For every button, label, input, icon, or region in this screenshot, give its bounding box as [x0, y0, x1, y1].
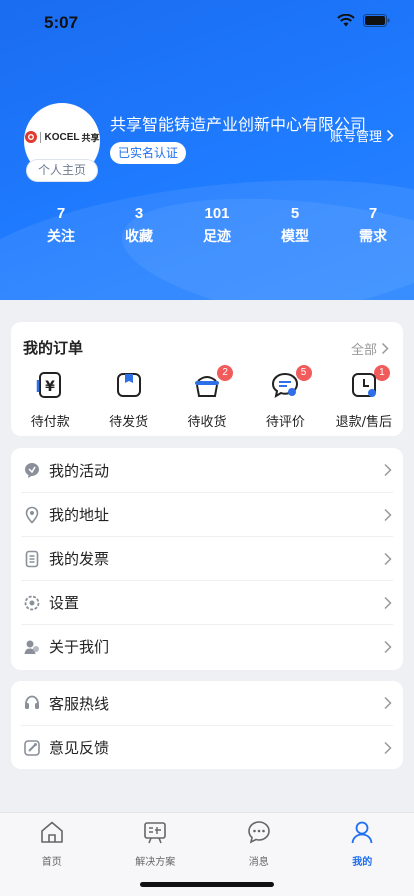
home-icon: [40, 821, 63, 843]
chevron-right-icon: [384, 696, 392, 710]
order-status-label: 待评价: [265, 415, 305, 430]
menu-item-activities[interactable]: 我的活动: [21, 448, 393, 492]
order-status-list: ¥ 待付款 待发货 2 待收货 5 待评价 1 退款/售后: [11, 365, 403, 430]
menu-item-label: 意见反馈: [49, 739, 110, 757]
stat-value: 101: [204, 205, 230, 222]
chevron-right-icon: [384, 741, 392, 754]
account-management-label: 账号管理: [329, 130, 382, 145]
chevron-right-icon: [384, 640, 392, 653]
orders-card: 我的订单 全部 ¥ 待付款 待发货 2 待收货 5 待评价 1 退款/售后: [11, 322, 403, 436]
chevron-right-icon: [384, 552, 392, 565]
orders-all-link[interactable]: 全部: [351, 339, 389, 358]
menu-item-label: 我的地址: [49, 506, 110, 524]
tab-messages[interactable]: 消息: [207, 813, 311, 868]
company-name: 共享智能铸造产业创新中心有限公司: [110, 115, 367, 134]
activity-icon: [23, 461, 41, 479]
orders-title: 我的订单: [23, 339, 84, 357]
feedback-icon: [23, 739, 41, 757]
main-menu-card: 我的活动 我的地址 我的发票 设置 关于我们: [11, 448, 403, 670]
message-icon: [247, 821, 270, 844]
chevron-right-icon: [384, 463, 392, 477]
stat-favorites[interactable]: 3 收藏: [100, 205, 178, 246]
stat-footprint[interactable]: 101 足迹: [178, 205, 256, 246]
status-time: 5:07: [44, 13, 79, 32]
menu-item-label: 我的活动: [49, 461, 110, 480]
service-menu-card: 客服热线 意见反馈: [11, 681, 403, 769]
order-refund-aftersale[interactable]: 1 退款/售后: [325, 365, 403, 430]
stats-row: 7 关注 3 收藏 101 足迹 5 模型 7 需求: [0, 205, 414, 246]
profile-header: 5:07 KOCEL 共享 个人主页 共享智能铸造产业创新中心有限公司 已实名认…: [0, 0, 414, 300]
order-status-label: 待发货: [109, 415, 149, 430]
home-indicator: [140, 882, 274, 887]
status-bar: 5:07: [0, 0, 414, 46]
menu-item-invoices[interactable]: 我的发票: [21, 536, 393, 580]
orders-all-label: 全部: [350, 343, 377, 358]
chevron-right-icon: [384, 508, 392, 521]
order-pending-receipt[interactable]: 2 待收货: [168, 365, 246, 430]
order-status-label: 退款/售后: [335, 415, 392, 430]
tab-label: 消息: [248, 857, 269, 868]
chevron-right-icon: [381, 342, 389, 355]
stat-value: 3: [134, 205, 144, 222]
headset-icon: [23, 694, 41, 712]
menu-item-address[interactable]: 我的地址: [21, 492, 393, 536]
order-pending-shipment[interactable]: 待发货: [89, 370, 167, 430]
menu-item-label: 设置: [49, 594, 80, 612]
stat-follow[interactable]: 7 关注: [22, 205, 100, 246]
personal-home-button[interactable]: 个人主页: [26, 159, 98, 182]
invoice-icon: [23, 550, 41, 568]
about-icon: [23, 638, 41, 656]
company-logo: KOCEL 共享: [24, 130, 100, 144]
basket-icon: [194, 376, 219, 397]
tab-label: 首页: [41, 857, 62, 868]
stat-label: 需求: [359, 229, 387, 245]
wifi-icon: [337, 14, 355, 27]
chevron-right-icon: [384, 596, 392, 609]
verified-badge: 已实名认证: [110, 142, 187, 164]
menu-item-feedback[interactable]: 意见反馈: [21, 725, 393, 769]
solution-board-icon: [144, 822, 167, 844]
kocel-logo-icon: [25, 131, 38, 143]
tab-label: 我的: [352, 857, 373, 868]
stat-label: 模型: [281, 229, 309, 245]
battery-icon: [363, 14, 390, 27]
order-status-label: 待付款: [30, 415, 70, 430]
status-icons: [337, 14, 390, 27]
order-pending-payment[interactable]: ¥ 待付款: [11, 370, 89, 430]
tab-bar: 首页 解决方案 消息 我的: [0, 812, 414, 896]
location-pin-icon: [23, 506, 41, 524]
svg-text:¥: ¥: [45, 379, 55, 395]
menu-item-about[interactable]: 关于我们: [21, 624, 393, 668]
stat-label: 关注: [47, 229, 75, 245]
stat-models[interactable]: 5 模型: [256, 205, 334, 246]
menu-item-label: 客服热线: [49, 694, 110, 713]
review-icon: [272, 372, 299, 399]
payment-icon: ¥: [36, 372, 62, 398]
order-status-label: 待收货: [187, 415, 227, 430]
stat-value: 7: [56, 205, 66, 222]
menu-item-label: 关于我们: [49, 638, 110, 656]
tab-label: 解决方案: [135, 857, 176, 868]
stat-demands[interactable]: 7 需求: [334, 205, 412, 246]
chevron-right-icon: [386, 129, 394, 142]
settings-gear-icon: [23, 594, 41, 612]
stat-value: 7: [368, 205, 378, 222]
tab-mine[interactable]: 我的: [311, 813, 414, 868]
shipping-box-icon: [116, 373, 141, 397]
tab-solutions[interactable]: 解决方案: [104, 813, 208, 868]
menu-item-settings[interactable]: 设置: [21, 580, 393, 624]
menu-item-label: 我的发票: [49, 550, 110, 568]
refund-clock-icon: [351, 373, 376, 397]
stat-label: 收藏: [125, 229, 153, 245]
tab-home[interactable]: 首页: [0, 813, 104, 868]
stat-value: 5: [290, 205, 300, 222]
order-pending-review[interactable]: 5 待评价: [246, 365, 324, 430]
account-management-link[interactable]: 账号管理: [330, 126, 394, 145]
stat-label: 足迹: [203, 229, 231, 245]
user-icon: [351, 821, 373, 844]
menu-item-hotline[interactable]: 客服热线: [21, 681, 393, 725]
